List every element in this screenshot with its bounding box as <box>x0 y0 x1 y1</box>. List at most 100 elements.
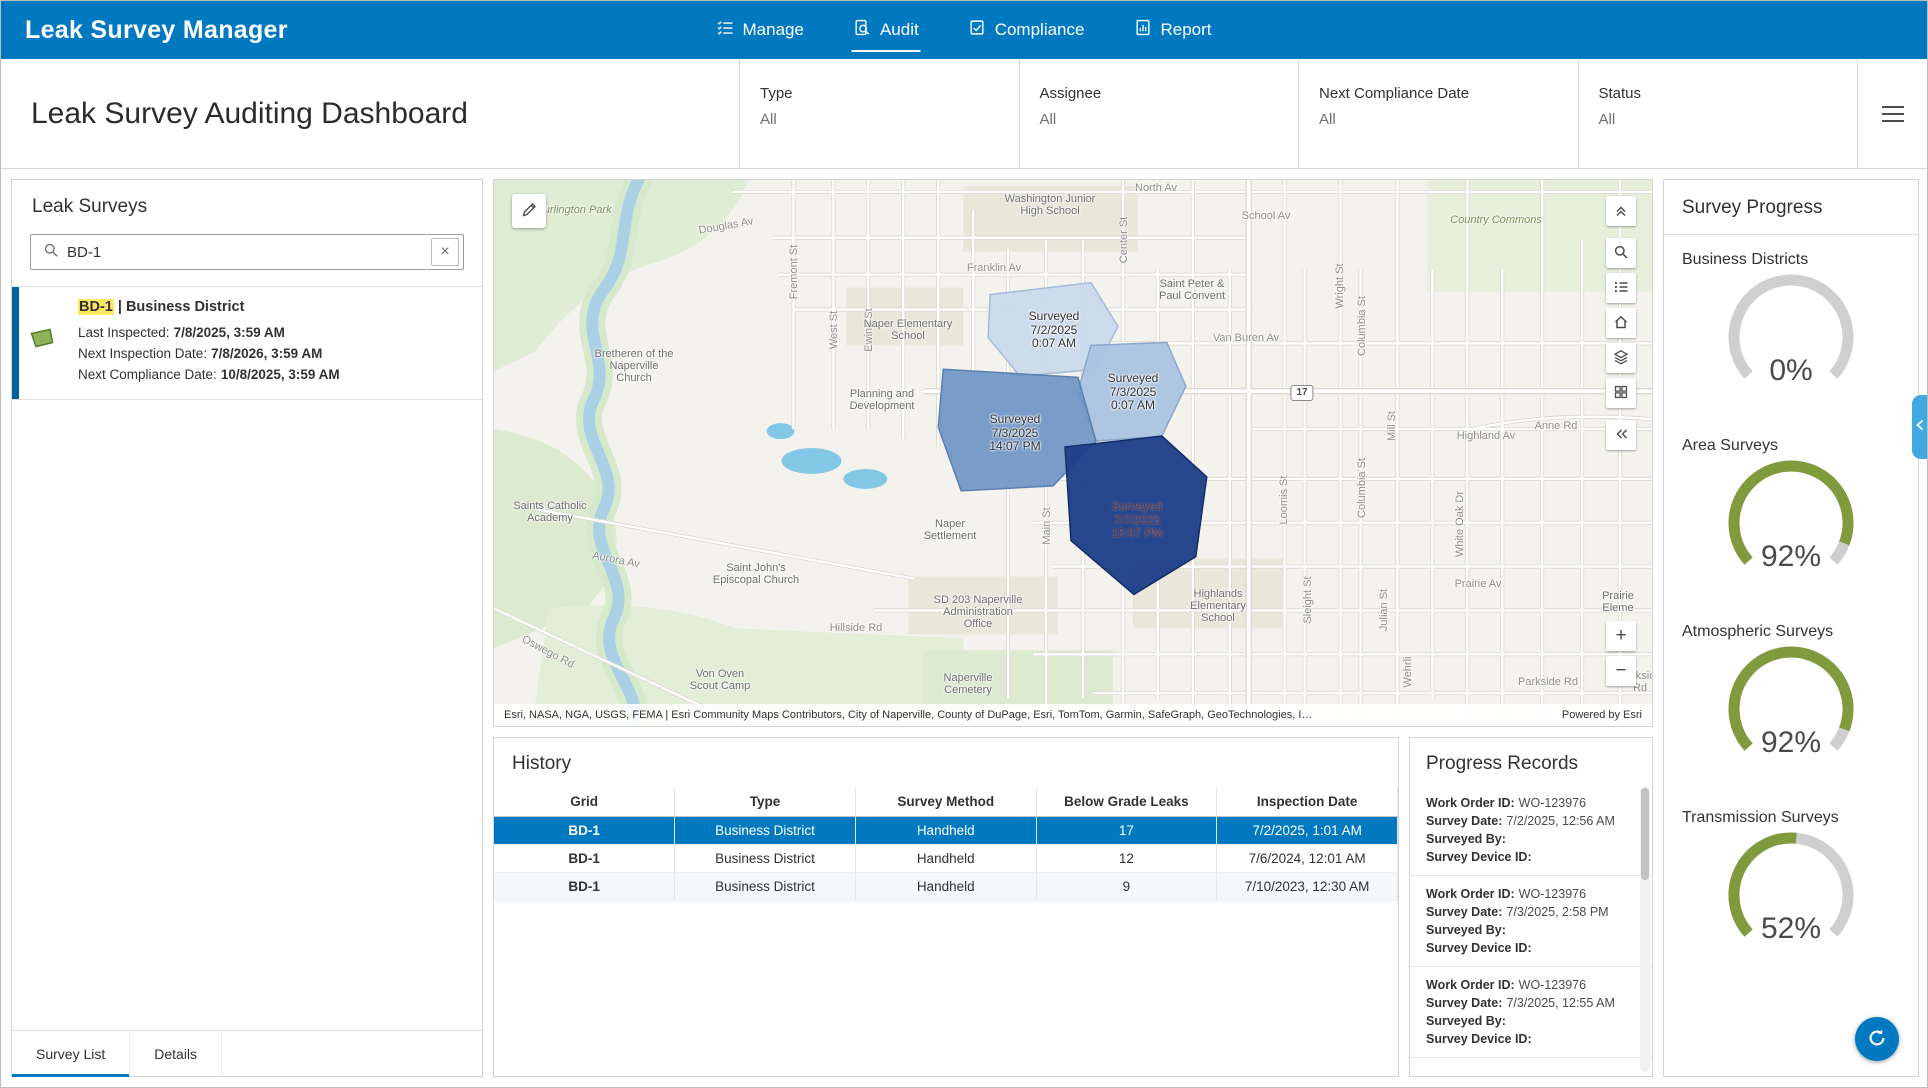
gauge-percent: 52% <box>1761 912 1821 945</box>
survey-progress-title: Survey Progress <box>1664 180 1918 235</box>
refresh-button[interactable] <box>1855 1017 1899 1061</box>
filter-next-compliance-date[interactable]: Next Compliance Date All <box>1298 59 1578 168</box>
history-row[interactable]: BD-1 Business District Handheld 9 7/10/2… <box>494 873 1398 901</box>
gauge-percent: 0% <box>1769 354 1812 387</box>
nav-tab-label: Report <box>1160 20 1211 40</box>
nav-tab-compliance[interactable]: Compliance <box>967 1 1087 59</box>
record-line: Work Order ID:WO-123976 <box>1426 794 1622 812</box>
history-cell: Business District <box>675 845 856 873</box>
record-line: Surveyed By: <box>1426 830 1622 848</box>
top-nav: Manage Audit Compliance Report <box>715 1 1214 59</box>
search-highlight: BD-1 <box>78 299 114 315</box>
progress-record[interactable]: Work Order ID:WO-123976 Survey Date:7/2/… <box>1410 785 1652 876</box>
filter-label: Next Compliance Date <box>1319 85 1578 102</box>
filter-type[interactable]: Type All <box>739 59 1019 168</box>
survey-progress-panel: Survey Progress Business Districts 0% Ar… <box>1663 179 1919 1077</box>
map[interactable]: Burlington ParkWashington Junior High Sc… <box>493 179 1653 727</box>
survey-list-item[interactable]: BD-1 | Business District Last Inspected:… <box>12 286 482 400</box>
basemap-button[interactable] <box>1606 378 1636 408</box>
report-icon <box>1134 19 1151 41</box>
search-input[interactable] <box>59 244 431 261</box>
history-cell: Handheld <box>855 817 1036 845</box>
history-col: Survey Method <box>855 787 1036 817</box>
zoom-out-button[interactable]: − <box>1606 656 1636 686</box>
refresh-icon <box>1865 1026 1889 1053</box>
nav-tab-report[interactable]: Report <box>1132 1 1213 59</box>
scrollbar[interactable] <box>1640 786 1650 1072</box>
top-bar: Leak Survey Manager Manage Audit Complia… <box>1 1 1927 59</box>
nav-tab-manage[interactable]: Manage <box>715 1 806 59</box>
home-button[interactable] <box>1606 308 1636 338</box>
page-title: Leak Survey Auditing Dashboard <box>31 97 468 131</box>
gauge-label: Business Districts <box>1664 251 1918 273</box>
powered-by-esri-link[interactable]: Powered by Esri <box>1562 709 1642 721</box>
edit-tool-button[interactable] <box>512 194 546 228</box>
map-canvas <box>494 180 1652 726</box>
filter-label: Type <box>760 85 1019 102</box>
survey-item-title: BD-1 | Business District <box>78 299 468 315</box>
progress-record[interactable]: Work Order ID:WO-123976 Survey Date:7/3/… <box>1410 876 1652 967</box>
clear-search-button[interactable]: × <box>431 238 459 266</box>
map-search-button[interactable] <box>1606 238 1636 268</box>
tab-details[interactable]: Details <box>130 1031 222 1076</box>
search-icon <box>43 242 59 263</box>
compliance-icon <box>969 19 986 41</box>
history-cell: 7/2/2025, 1:01 AM <box>1217 817 1398 845</box>
menu-button[interactable] <box>1857 59 1927 168</box>
nav-tab-label: Manage <box>743 20 804 40</box>
gauge-card-atmospheric-surveys: Atmospheric Surveys 92% <box>1664 607 1918 793</box>
record-line: Survey Device ID: <box>1426 939 1622 957</box>
history-cell: 7/10/2023, 12:30 AM <box>1217 873 1398 901</box>
layers-button[interactable] <box>1606 343 1636 373</box>
sub-header: Leak Survey Auditing Dashboard Type All … <box>1 59 1927 169</box>
nav-tab-audit[interactable]: Audit <box>852 1 921 59</box>
history-col: Grid <box>494 787 675 817</box>
scrollbar-thumb[interactable] <box>1641 788 1649 880</box>
collapse-left-button[interactable] <box>1606 420 1636 450</box>
history-header-row: Grid Type Survey Method Below Grade Leak… <box>494 787 1398 817</box>
filter-status[interactable]: Status All <box>1578 59 1858 168</box>
checklist-icon <box>717 19 734 41</box>
tab-survey-list[interactable]: Survey List <box>12 1031 130 1076</box>
map-attribution: Esri, NASA, NGA, USGS, FEMA | Esri Commu… <box>494 704 1652 726</box>
filter-label: Assignee <box>1040 85 1299 102</box>
gauge-card-transmission-surveys: Transmission Surveys 52% <box>1664 793 1918 979</box>
legend-icon <box>1613 279 1629 298</box>
zoom-controls: + − <box>1606 621 1636 686</box>
history-table: Grid Type Survey Method Below Grade Leak… <box>494 787 1398 901</box>
history-row[interactable]: BD-1 Business District Handheld 17 7/2/2… <box>494 817 1398 845</box>
record-line: Survey Date:7/3/2025, 12:55 AM <box>1426 994 1622 1012</box>
leak-surveys-panel: Leak Surveys × BD-1 | Business District … <box>11 179 483 1077</box>
filter-assignee[interactable]: Assignee All <box>1019 59 1299 168</box>
history-col: Type <box>675 787 856 817</box>
progress-record[interactable]: Work Order ID:WO-123976 Survey Date:7/3/… <box>1410 967 1652 1058</box>
progress-records-panel: Progress Records Work Order ID:WO-123976… <box>1409 737 1653 1077</box>
record-line: Surveyed By: <box>1426 1012 1622 1030</box>
history-cell: Handheld <box>855 873 1036 901</box>
history-cell: BD-1 <box>494 873 675 901</box>
map-toolbar <box>1606 196 1636 450</box>
record-line: Survey Device ID: <box>1426 1030 1622 1048</box>
history-cell: Business District <box>675 873 856 901</box>
survey-item-field: Next Compliance Date:10/8/2025, 3:59 AM <box>78 364 468 385</box>
filter-value: All <box>1319 111 1578 128</box>
progress-records-title: Progress Records <box>1410 738 1652 785</box>
survey-item-field: Next Inspection Date:7/8/2026, 3:59 AM <box>78 343 468 364</box>
gauge-card-area-surveys: Area Surveys 92% <box>1664 421 1918 607</box>
filter-value: All <box>760 111 1019 128</box>
search-box: × <box>30 234 464 270</box>
zoom-in-button[interactable]: + <box>1606 621 1636 651</box>
gauge-label: Transmission Surveys <box>1664 809 1918 831</box>
collapse-up-button[interactable] <box>1606 196 1636 226</box>
panel-collapse-handle[interactable] <box>1912 395 1927 459</box>
history-cell: Business District <box>675 817 856 845</box>
audit-icon <box>854 19 871 41</box>
legend-button[interactable] <box>1606 273 1636 303</box>
gauge-label: Area Surveys <box>1664 437 1918 459</box>
home-icon <box>1613 314 1629 333</box>
chevrons-left-icon <box>1613 426 1629 445</box>
record-line: Survey Device ID: <box>1426 848 1622 866</box>
history-cell: Handheld <box>855 845 1036 873</box>
history-cell: 7/6/2024, 12:01 AM <box>1217 845 1398 873</box>
history-row[interactable]: BD-1 Business District Handheld 12 7/6/2… <box>494 845 1398 873</box>
